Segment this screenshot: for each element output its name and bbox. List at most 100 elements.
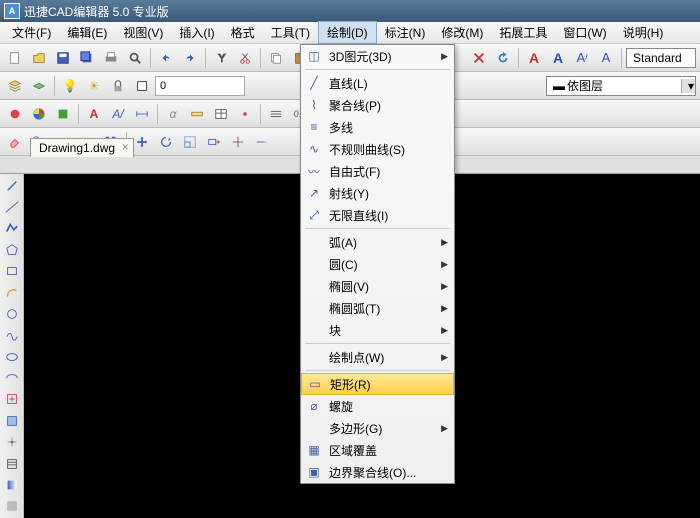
menu-rect[interactable]: ▭矩形(R): [301, 373, 454, 395]
menu-annotate[interactable]: 标注(N): [377, 22, 434, 43]
saveall-icon[interactable]: [76, 47, 98, 69]
trim-icon[interactable]: [227, 131, 249, 153]
alpha-icon[interactable]: α: [162, 103, 184, 125]
point-icon[interactable]: [234, 103, 256, 125]
freeform-icon: 〰: [305, 163, 323, 180]
mline-icon: ≡: [305, 120, 323, 134]
polyline-tool-icon[interactable]: [2, 219, 22, 238]
polyline-icon: ⌇: [305, 98, 323, 112]
menu-3d[interactable]: ◫3D图元(3D)▶: [301, 45, 454, 67]
menu-draw[interactable]: 绘制(D): [318, 21, 377, 44]
polygon-tool-icon[interactable]: [2, 240, 22, 259]
menu-ext[interactable]: 拓展工具: [491, 22, 555, 43]
layer-combo[interactable]: ▬ 依图层 ▾: [546, 76, 696, 96]
gradient-tool-icon[interactable]: [2, 475, 22, 494]
cancel-icon[interactable]: [468, 47, 490, 69]
text-a4-icon[interactable]: A: [595, 47, 617, 69]
ruler-icon[interactable]: [186, 103, 208, 125]
menu-helix[interactable]: ⌀螺旋: [301, 395, 454, 417]
cut-icon[interactable]: [234, 47, 256, 69]
text-bold-icon[interactable]: A: [523, 47, 545, 69]
menu-format[interactable]: 格式: [223, 22, 263, 43]
line-tool-icon[interactable]: [2, 176, 22, 195]
move-icon[interactable]: [131, 131, 153, 153]
menu-arc[interactable]: 弧(A)▶: [301, 231, 454, 253]
refresh-icon[interactable]: [492, 47, 514, 69]
point-tool-icon[interactable]: [2, 433, 22, 452]
rotate-icon[interactable]: [155, 131, 177, 153]
hatch-tool-icon[interactable]: [2, 454, 22, 473]
menu-freeform[interactable]: 〰自由式(F): [301, 160, 454, 182]
menu-block[interactable]: 块▶: [301, 319, 454, 341]
stretch-icon[interactable]: [203, 131, 225, 153]
menu-spline[interactable]: ∿不规则曲线(S): [301, 138, 454, 160]
menu-xline[interactable]: ⤢无限直线(I): [301, 204, 454, 226]
menu-insert[interactable]: 插入(I): [171, 22, 222, 43]
find-icon[interactable]: [210, 47, 232, 69]
menu-mline[interactable]: ≡多线: [301, 116, 454, 138]
rect-tool-icon[interactable]: [2, 262, 22, 281]
style-combo[interactable]: Standard: [626, 48, 696, 68]
copy-icon[interactable]: [265, 47, 287, 69]
menu-boundary[interactable]: ▣边界聚合线(O)...: [301, 461, 454, 483]
insert-tool-icon[interactable]: [2, 390, 22, 409]
redo-icon[interactable]: [179, 47, 201, 69]
menu-drawpoint[interactable]: 绘制点(W)▶: [301, 346, 454, 368]
menu-edit[interactable]: 编辑(E): [59, 22, 115, 43]
close-icon[interactable]: ✕: [122, 142, 130, 153]
undo-icon[interactable]: [155, 47, 177, 69]
circle-tool-icon[interactable]: [2, 304, 22, 323]
text-style-icon[interactable]: A/: [107, 103, 129, 125]
menu-ray[interactable]: ↗射线(Y): [301, 182, 454, 204]
bulb-on-icon[interactable]: 💡: [59, 75, 81, 97]
sun-icon[interactable]: ☀: [83, 75, 105, 97]
menu-file[interactable]: 文件(F): [4, 22, 59, 43]
extend-icon[interactable]: [251, 131, 273, 153]
menu-view[interactable]: 视图(V): [115, 22, 171, 43]
mline-style-icon[interactable]: [265, 103, 287, 125]
open-icon[interactable]: [28, 47, 50, 69]
dim-icon[interactable]: [131, 103, 153, 125]
menu-modify[interactable]: 修改(M): [433, 22, 491, 43]
preview-icon[interactable]: [124, 47, 146, 69]
erase-icon[interactable]: [4, 131, 26, 153]
color-red-icon[interactable]: [4, 103, 26, 125]
text-edit-icon[interactable]: A/: [571, 47, 593, 69]
color-green-icon[interactable]: [52, 103, 74, 125]
menu-polyline[interactable]: ⌇聚合线(P): [301, 94, 454, 116]
layer-prev-icon[interactable]: [28, 75, 50, 97]
text-a2-icon[interactable]: A: [547, 47, 569, 69]
save-icon[interactable]: [52, 47, 74, 69]
menubar: 文件(F) 编辑(E) 视图(V) 插入(I) 格式 工具(T) 绘制(D) 标…: [0, 22, 700, 44]
wipeout-icon: ▦: [305, 443, 323, 457]
earc-tool-icon[interactable]: [2, 368, 22, 387]
table-icon[interactable]: [210, 103, 232, 125]
spline-icon: ∿: [305, 142, 323, 156]
layer-name-input[interactable]: [155, 76, 245, 96]
menu-circle[interactable]: 圆(C)▶: [301, 253, 454, 275]
arc-tool-icon[interactable]: [2, 283, 22, 302]
menu-earc[interactable]: 椭圆弧(T)▶: [301, 297, 454, 319]
print-icon[interactable]: [100, 47, 122, 69]
menu-tools[interactable]: 工具(T): [263, 22, 318, 43]
ellipse-tool-icon[interactable]: [2, 347, 22, 366]
scale-icon[interactable]: [179, 131, 201, 153]
color-wheel-icon[interactable]: [28, 103, 50, 125]
menu-wipeout[interactable]: ▦区域覆盖: [301, 439, 454, 461]
lock-icon[interactable]: [107, 75, 129, 97]
color-swatch-icon[interactable]: [131, 75, 153, 97]
spline-tool-icon[interactable]: [2, 326, 22, 345]
menu-polygon[interactable]: 多边形(G)▶: [301, 417, 454, 439]
menu-ellipse[interactable]: 椭圆(V)▶: [301, 275, 454, 297]
xline-tool-icon[interactable]: [2, 197, 22, 216]
menu-window[interactable]: 窗口(W): [555, 22, 614, 43]
new-icon[interactable]: [4, 47, 26, 69]
submenu-arrow-icon: ▶: [441, 51, 448, 62]
menu-help[interactable]: 说明(H): [615, 22, 672, 43]
block-tool-icon[interactable]: [2, 411, 22, 430]
menu-line[interactable]: ╱直线(L): [301, 72, 454, 94]
chevron-down-icon[interactable]: ▾: [681, 79, 695, 93]
text-a-red-icon[interactable]: A: [83, 103, 105, 125]
layer-manager-icon[interactable]: [4, 75, 26, 97]
document-tab[interactable]: Drawing1.dwg ✕: [30, 138, 134, 157]
